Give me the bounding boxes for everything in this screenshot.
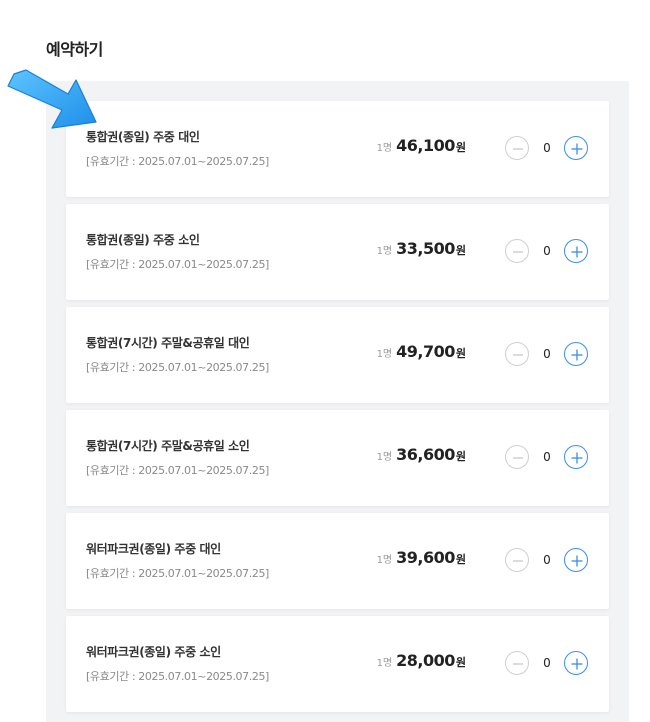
quantity-stepper: 0 (505, 445, 590, 471)
quantity-value: 0 (543, 244, 551, 258)
quantity-value: 0 (543, 141, 551, 155)
price-value: 49,700 (396, 342, 455, 361)
per-person-label: 1명 (376, 246, 393, 257)
quantity-stepper: 0 (505, 342, 590, 368)
quantity-value: 0 (543, 656, 551, 670)
ticket-period: [유효기간 : 2025.07.01~2025.07.25] (86, 258, 269, 271)
per-person-label: 1명 (376, 349, 393, 360)
plus-icon (571, 349, 583, 361)
per-person-label: 1명 (376, 658, 393, 669)
minus-icon (513, 251, 523, 253)
ticket-price: 1명 46,100 원 (377, 136, 466, 155)
decrease-button[interactable] (505, 342, 529, 366)
currency-unit: 원 (455, 450, 466, 463)
plus-icon (571, 658, 583, 670)
plus-icon (571, 452, 583, 464)
decrease-button[interactable] (505, 136, 529, 160)
minus-icon (513, 560, 523, 562)
arrow-pointer-icon (7, 69, 97, 129)
ticket-name: 워터파크권(종일) 주중 대인 (86, 542, 221, 556)
per-person-label: 1명 (376, 452, 393, 463)
increase-button[interactable] (564, 548, 588, 572)
increase-button[interactable] (564, 342, 588, 366)
price-value: 46,100 (396, 136, 455, 155)
increase-button[interactable] (564, 651, 588, 675)
ticket-list: 통합권(종일) 주중 대인 [유효기간 : 2025.07.01~2025.07… (66, 101, 609, 719)
quantity-value: 0 (543, 450, 551, 464)
ticket-card: 통합권(종일) 주중 대인 [유효기간 : 2025.07.01~2025.07… (66, 101, 609, 197)
price-value: 28,000 (396, 651, 455, 670)
decrease-button[interactable] (505, 651, 529, 675)
ticket-price: 1명 28,000 원 (377, 651, 466, 670)
plus-icon (571, 555, 583, 567)
currency-unit: 원 (455, 141, 466, 154)
ticket-period: [유효기간 : 2025.07.01~2025.07.25] (86, 670, 269, 683)
ticket-period: [유효기간 : 2025.07.01~2025.07.25] (86, 361, 269, 374)
currency-unit: 원 (455, 656, 466, 669)
ticket-price: 1명 49,700 원 (377, 342, 466, 361)
ticket-name: 통합권(7시간) 주말&공휴일 대인 (86, 336, 250, 350)
ticket-period: [유효기간 : 2025.07.01~2025.07.25] (86, 567, 269, 580)
quantity-value: 0 (543, 553, 551, 567)
increase-button[interactable] (564, 239, 588, 263)
per-person-label: 1명 (376, 555, 393, 566)
ticket-price: 1명 33,500 원 (377, 239, 466, 258)
ticket-card: 통합권(7시간) 주말&공휴일 소인 [유효기간 : 2025.07.01~20… (66, 410, 609, 506)
decrease-button[interactable] (505, 548, 529, 572)
booking-page: 예약하기 통합권(종일) 주중 대인 [유효기간 : 2025.07.01~20… (0, 0, 650, 722)
currency-unit: 원 (455, 347, 466, 360)
decrease-button[interactable] (505, 445, 529, 469)
per-person-label: 1명 (376, 143, 393, 154)
plus-icon (571, 143, 583, 155)
ticket-card: 통합권(7시간) 주말&공휴일 대인 [유효기간 : 2025.07.01~20… (66, 307, 609, 403)
plus-icon (571, 246, 583, 258)
ticket-card: 워터파크권(종일) 주중 소인 [유효기간 : 2025.07.01~2025.… (66, 616, 609, 712)
minus-icon (513, 457, 523, 459)
quantity-stepper: 0 (505, 548, 590, 574)
ticket-card: 통합권(종일) 주중 소인 [유효기간 : 2025.07.01~2025.07… (66, 204, 609, 300)
increase-button[interactable] (564, 445, 588, 469)
ticket-card: 워터파크권(종일) 주중 대인 [유효기간 : 2025.07.01~2025.… (66, 513, 609, 609)
page-title: 예약하기 (46, 40, 103, 59)
ticket-price: 1명 36,600 원 (377, 445, 466, 464)
ticket-period: [유효기간 : 2025.07.01~2025.07.25] (86, 464, 269, 477)
price-value: 33,500 (396, 239, 455, 258)
ticket-name: 워터파크권(종일) 주중 소인 (86, 645, 221, 659)
quantity-stepper: 0 (505, 239, 590, 265)
quantity-value: 0 (543, 347, 551, 361)
minus-icon (513, 663, 523, 665)
minus-icon (513, 354, 523, 356)
currency-unit: 원 (455, 553, 466, 566)
ticket-name: 통합권(종일) 주중 소인 (86, 233, 200, 247)
price-value: 39,600 (396, 548, 455, 567)
ticket-period: [유효기간 : 2025.07.01~2025.07.25] (86, 155, 269, 168)
minus-icon (513, 148, 523, 150)
price-value: 36,600 (396, 445, 455, 464)
currency-unit: 원 (455, 244, 466, 257)
ticket-price: 1명 39,600 원 (377, 548, 466, 567)
quantity-stepper: 0 (505, 651, 590, 677)
ticket-name: 통합권(7시간) 주말&공휴일 소인 (86, 439, 250, 453)
quantity-stepper: 0 (505, 136, 590, 162)
increase-button[interactable] (564, 136, 588, 160)
decrease-button[interactable] (505, 239, 529, 263)
